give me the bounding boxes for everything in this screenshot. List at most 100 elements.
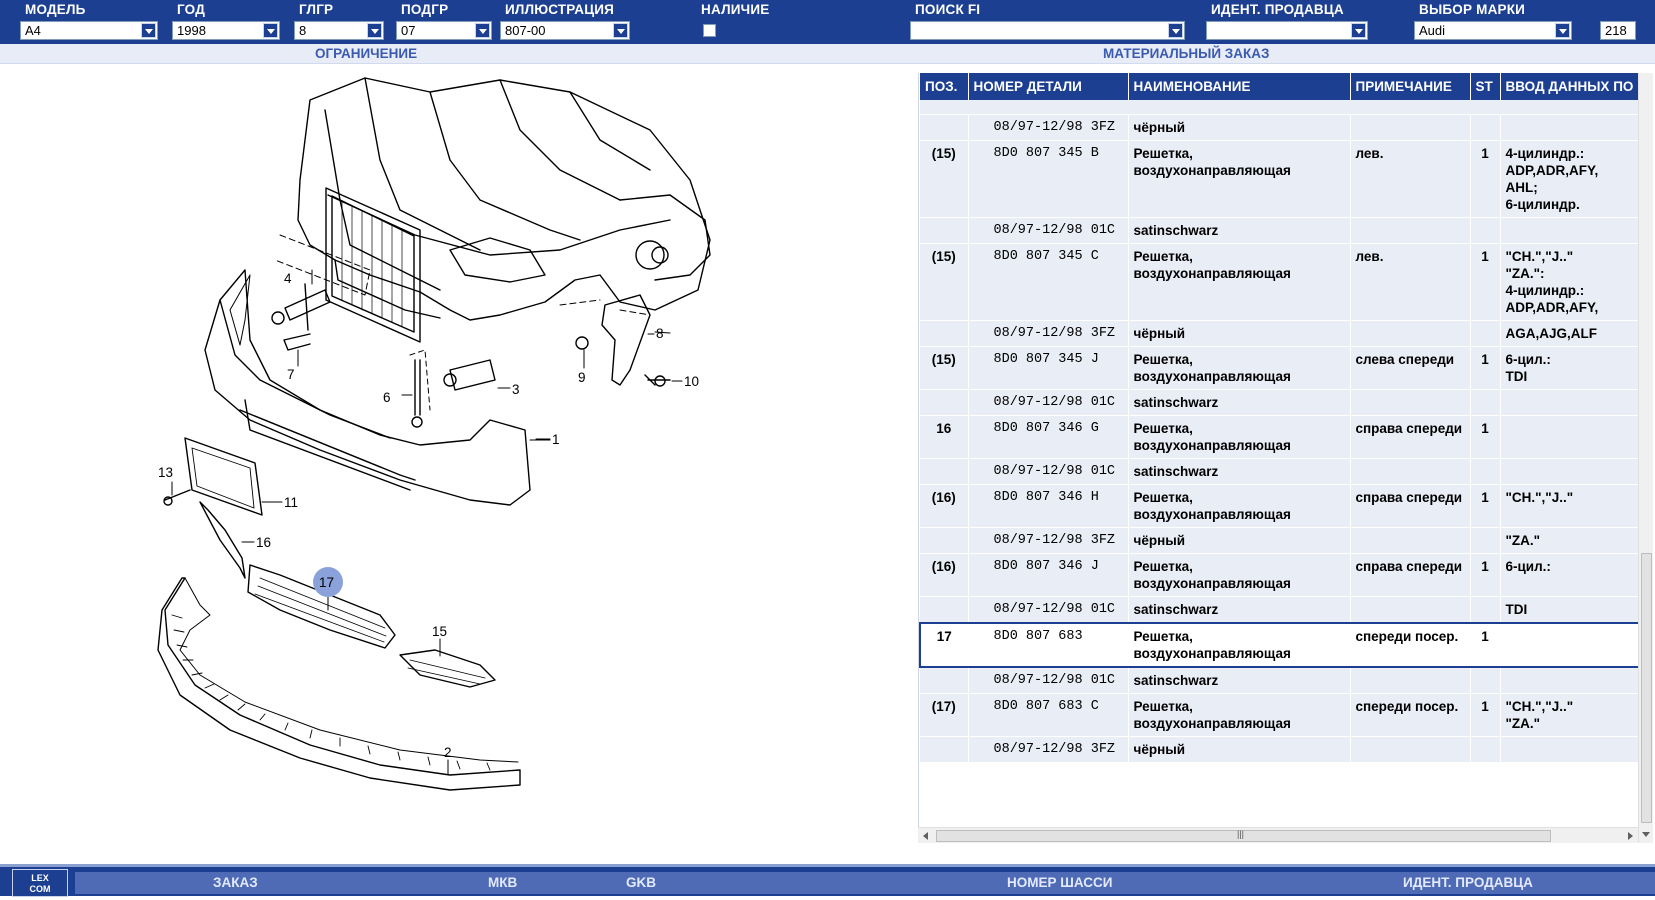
table-cell-spacer xyxy=(920,100,1638,115)
table-cell-st: 1 xyxy=(1470,553,1501,597)
table-cell-data xyxy=(1500,736,1638,763)
table-cell-part-number: 08/97-12/98 3FZ xyxy=(968,114,1129,141)
gkb-button[interactable]: GKB xyxy=(626,875,656,890)
col-header-name[interactable]: НАИМЕНОВАНИЕ xyxy=(1128,73,1351,100)
table-cell-pos: (16) xyxy=(920,484,969,528)
availability-checkbox[interactable] xyxy=(703,24,716,37)
scroll-left-arrow-icon[interactable] xyxy=(923,832,928,840)
scroll-right-arrow-icon[interactable] xyxy=(1628,832,1633,840)
callout-16[interactable]: 16 xyxy=(256,535,271,550)
table-row[interactable]: (16) 8D0 807 346 H Решетка, воздухонаправл… xyxy=(920,484,1638,528)
table-row[interactable]: 08/97-12/98 3FZ чёрный AGA,AJG,ALF xyxy=(920,320,1638,347)
table-cell-part-number: 08/97-12/98 3FZ xyxy=(968,736,1129,763)
table-cell-st xyxy=(1470,389,1501,416)
main-group-select[interactable]: 8 xyxy=(294,21,384,40)
table-cell-note: спереди посер. xyxy=(1350,621,1471,668)
callout-2[interactable]: 2 xyxy=(444,745,452,760)
callout-9[interactable]: 9 xyxy=(578,370,586,385)
order-button[interactable]: ЗАКАЗ xyxy=(213,875,258,890)
chevron-down-icon[interactable] xyxy=(1168,23,1183,38)
callout-1[interactable]: 1 xyxy=(552,432,560,447)
brand-value: Audi xyxy=(1419,23,1446,38)
table-cell-note xyxy=(1350,389,1471,416)
chevron-down-icon[interactable] xyxy=(1555,23,1570,38)
plate-bracket-drawing xyxy=(163,437,263,516)
filter-main-group: ГЛГР 8 xyxy=(294,0,384,44)
horizontal-scrollbar[interactable]: ||| xyxy=(918,827,1638,843)
callout-15[interactable]: 15 xyxy=(432,624,447,639)
callout-8[interactable]: 8 xyxy=(656,326,664,341)
vertical-scrollbar[interactable] xyxy=(1638,73,1653,843)
vertical-scroll-thumb[interactable] xyxy=(1641,553,1652,823)
table-cell-part-number: 8D0 807 345 B xyxy=(968,140,1129,218)
sub-group-value: 07 xyxy=(401,23,416,38)
table-row[interactable]: 08/97-12/98 3FZ чёрный "ZA." xyxy=(920,527,1638,554)
callout-11[interactable]: 11 xyxy=(284,495,298,510)
sub-group-select[interactable]: 07 xyxy=(396,21,492,40)
horizontal-scroll-thumb[interactable]: ||| xyxy=(936,829,1551,842)
table-cell-data xyxy=(1500,114,1638,141)
callout-7[interactable]: 7 xyxy=(287,367,295,382)
table-row[interactable]: (15) 8D0 807 345 J Решетка, воздухонаправл… xyxy=(920,346,1638,390)
filter-availability: НАЛИЧИЕ xyxy=(696,0,796,44)
mkv-button[interactable]: МКВ xyxy=(488,875,517,890)
year-select[interactable]: 1998 xyxy=(172,21,280,40)
table-cell-data: 6-цил.: TDI xyxy=(1500,346,1638,390)
table-row-selected[interactable]: 17 8D0 807 683 Решетка, воздухонаправляюща… xyxy=(919,621,1638,668)
filter-brand-label: ВЫБОР МАРКИ xyxy=(1419,2,1526,17)
seller-id-button[interactable]: ИДЕНТ. ПРОДАВЦА xyxy=(1403,875,1533,890)
scroll-down-arrow-icon[interactable] xyxy=(1642,832,1650,837)
col-header-data[interactable]: ВВОД ДАННЫХ ПО xyxy=(1500,73,1638,100)
search-fi-select[interactable] xyxy=(910,21,1185,40)
table-row[interactable]: (16) 8D0 807 346 J Решетка, воздухонаправл… xyxy=(920,553,1638,597)
table-row[interactable]: 08/97-12/98 01C satinschwarz xyxy=(920,389,1638,416)
callout-17[interactable]: 17 xyxy=(319,575,334,590)
chevron-down-icon[interactable] xyxy=(263,23,278,38)
table-row[interactable]: (15) 8D0 807 345 B Решетка, воздухонаправл… xyxy=(920,140,1638,218)
table-row[interactable]: 08/97-12/98 01C satinschwarz xyxy=(920,666,1638,694)
filter-search-fi-label: ПОИСК FI xyxy=(915,2,981,17)
col-header-pos[interactable]: ПОЗ. xyxy=(920,73,969,100)
table-cell-pos: (15) xyxy=(920,243,969,321)
filter-main-group-label: ГЛГР xyxy=(299,2,334,17)
table-cell-note xyxy=(1350,320,1471,347)
chevron-down-icon[interactable] xyxy=(475,23,490,38)
table-row[interactable]: 08/97-12/98 3FZ чёрный xyxy=(920,114,1638,141)
callout-13[interactable]: 13 xyxy=(158,465,173,480)
illustration-select[interactable]: 807-00 xyxy=(500,21,630,40)
col-header-st[interactable]: ST xyxy=(1470,73,1501,100)
table-cell-st xyxy=(1470,666,1501,694)
seller-id-select[interactable] xyxy=(1206,21,1368,40)
table-row[interactable]: 08/97-12/98 01C satinschwarz xyxy=(920,217,1638,244)
table-cell-data xyxy=(1500,666,1638,694)
callout-10[interactable]: 10 xyxy=(684,374,699,389)
table-row[interactable]: (15) 8D0 807 345 C Решетка, воздухонаправл… xyxy=(920,243,1638,321)
chevron-down-icon[interactable] xyxy=(613,23,628,38)
car-body-drawing xyxy=(274,77,711,386)
brand-code-field[interactable]: 218 xyxy=(1600,21,1636,40)
model-select[interactable]: A4 xyxy=(20,21,158,40)
table-cell-name: чёрный xyxy=(1128,114,1351,141)
table-row[interactable]: 08/97-12/98 01C satinschwarz TDI xyxy=(920,596,1638,623)
table-row[interactable]: 08/97-12/98 3FZ чёрный xyxy=(920,736,1638,763)
chevron-down-icon[interactable] xyxy=(1351,23,1366,38)
col-header-part[interactable]: НОМЕР ДЕТАЛИ xyxy=(968,73,1129,100)
table-cell-pos xyxy=(920,736,969,763)
callout-6[interactable]: 6 xyxy=(383,390,391,405)
table-cell-st xyxy=(1470,596,1501,623)
callout-4[interactable]: 4 xyxy=(284,271,292,286)
callout-3[interactable]: 3 xyxy=(512,382,520,397)
table-row[interactable]: (17) 8D0 807 683 C Решетка, воздухонаправл… xyxy=(920,693,1638,737)
brand-select[interactable]: Audi xyxy=(1414,21,1572,40)
chevron-down-icon[interactable] xyxy=(141,23,156,38)
table-cell-part-number: 08/97-12/98 3FZ xyxy=(968,320,1129,347)
table-cell-name: satinschwarz xyxy=(1128,217,1351,244)
chevron-down-icon[interactable] xyxy=(367,23,382,38)
app-window: МОДЕЛЬ A4 ГОД 1998 ГЛГР 8 ПОДГР 07 ИЛЛЮС… xyxy=(0,0,1655,900)
filter-model: МОДЕЛЬ A4 xyxy=(20,0,160,44)
chassis-number-button[interactable]: НОМЕР ШАССИ xyxy=(1007,875,1112,890)
table-cell-note xyxy=(1350,666,1471,694)
table-row[interactable]: 16 8D0 807 346 G Решетка, воздухонаправляю… xyxy=(920,415,1638,459)
col-header-note[interactable]: ПРИМЕЧАНИЕ xyxy=(1350,73,1471,100)
table-row[interactable]: 08/97-12/98 01C satinschwarz xyxy=(920,458,1638,485)
